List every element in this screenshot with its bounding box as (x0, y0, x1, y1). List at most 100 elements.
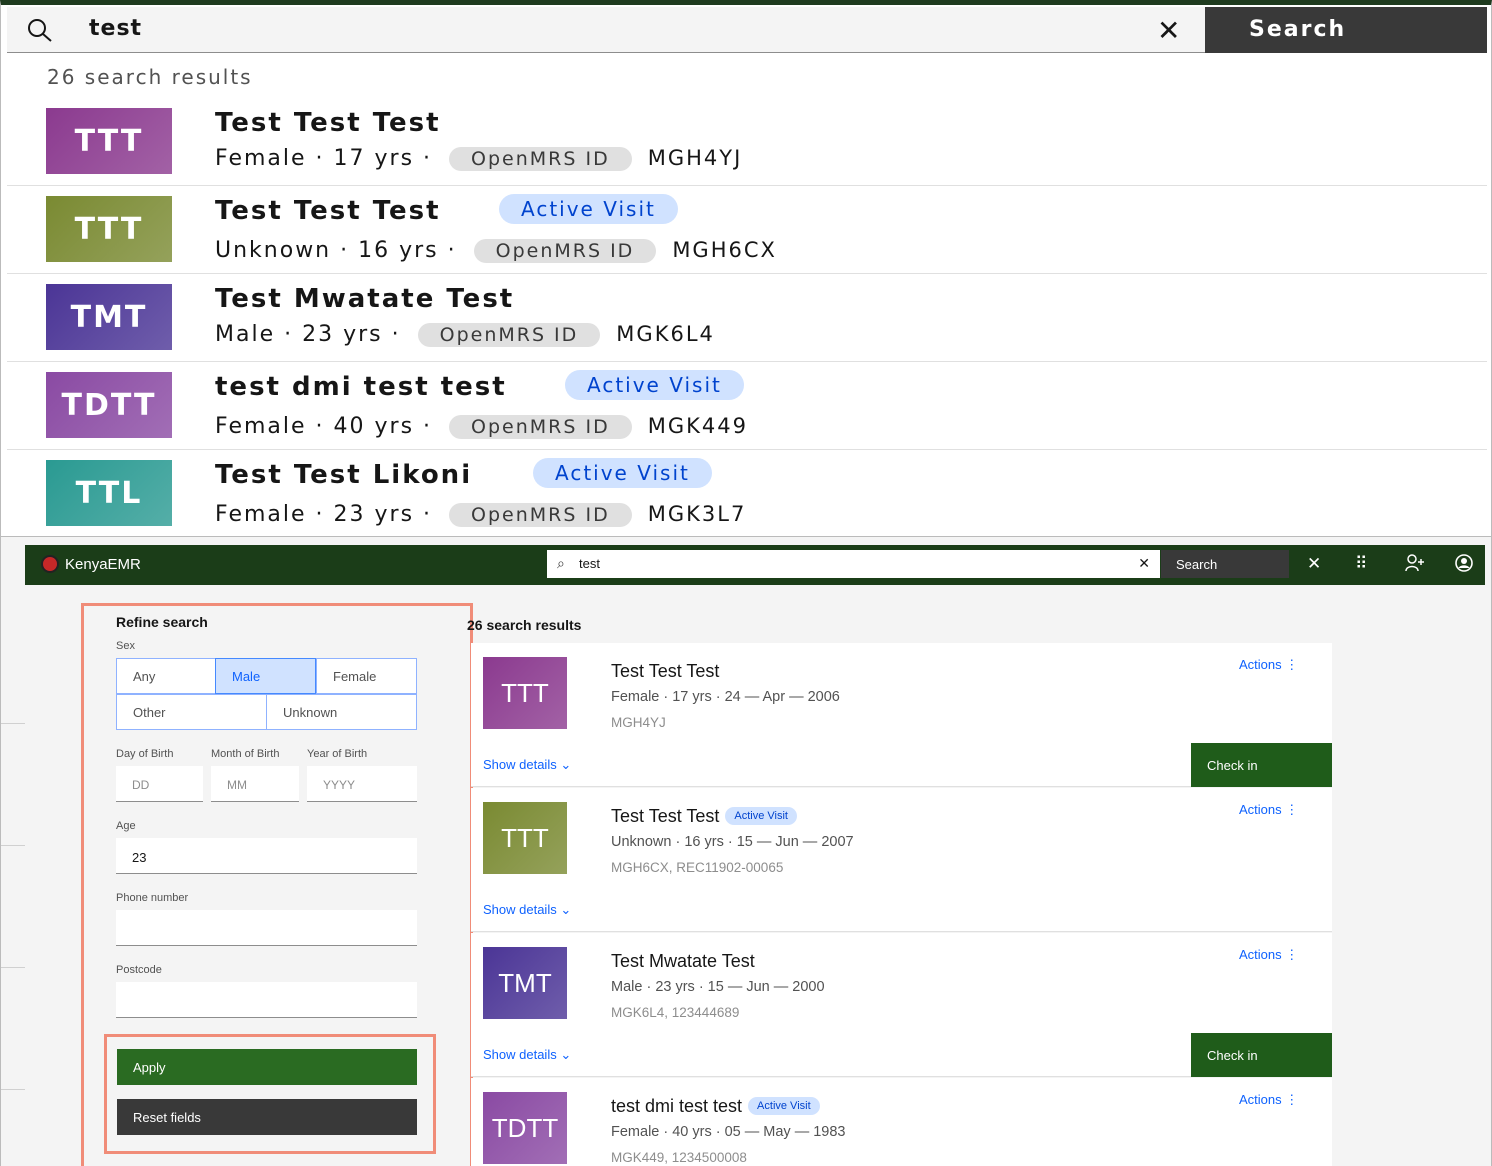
app-logo[interactable]: KenyaEMR (41, 555, 141, 573)
show-details-link[interactable]: Show details ⌄ (483, 1047, 571, 1063)
patient-meta: Female · 40 yrs · OpenMRS ID MGK449 (215, 414, 748, 439)
active-visit-badge: Active Visit (533, 458, 712, 488)
separator: · (306, 502, 334, 527)
patient-name[interactable]: Test Mwatate Test (215, 284, 514, 314)
patient-meta: Female · 17 yrs · OpenMRS ID MGH4YJ (215, 146, 742, 171)
clear-search-icon[interactable]: ✕ (1157, 14, 1180, 47)
user-avatar-icon[interactable] (1455, 554, 1473, 577)
patient-result-row[interactable]: TTT Test Test Test Female · 17 yrs · OpenM… (7, 98, 1487, 186)
patient-meta: Male · 23 yrs · OpenMRS ID MGK6L4 (215, 322, 715, 347)
openmrs-id-tag: OpenMRS ID (449, 503, 632, 527)
patient-demographics: Male · 23 yrs · 15 — Jun — 2000 (611, 979, 825, 995)
active-visit-badge: Active Visit (565, 370, 744, 400)
chevron-down-icon: ⌄ (556, 902, 572, 917)
sex-option-unknown[interactable]: Unknown (266, 694, 417, 730)
patient-avatar: TTT (46, 196, 172, 262)
age-label: Age (116, 820, 136, 832)
close-search-icon[interactable]: ✕ (1307, 554, 1321, 574)
patient-name[interactable]: Test Test Test (215, 196, 441, 226)
patient-name-text[interactable]: Test Test Test (611, 661, 719, 681)
active-visit-badge: Active Visit (748, 1097, 820, 1115)
chevron-down-icon: ⌄ (556, 757, 572, 772)
header-search-input[interactable]: test (579, 556, 600, 571)
patient-meta: Unknown · 16 yrs · OpenMRS ID MGH6CX (215, 238, 777, 263)
active-visit-badge: Active Visit (725, 807, 797, 825)
actions-menu[interactable]: Actions ⋮ (1239, 802, 1298, 818)
postcode-label: Postcode (116, 964, 162, 976)
phone-number-input[interactable] (116, 910, 417, 946)
patient-name-text[interactable]: test dmi test test (611, 1096, 742, 1116)
actions-menu[interactable]: Actions ⋮ (1239, 657, 1298, 673)
patient-card: TTT Test Test Test Female · 17 yrs · 24 — … (471, 643, 1332, 787)
patient-avatar: TDTT (46, 372, 172, 438)
phone-number-label: Phone number (116, 892, 189, 904)
search-button[interactable]: Search (1205, 7, 1487, 53)
actions-label[interactable]: Actions (1239, 657, 1282, 672)
patient-card: TDTT test dmi test test Active Visit Female… (471, 1078, 1332, 1166)
patient-result-row[interactable]: TTL Test Test Likoni Active Visit Female · … (7, 450, 1487, 538)
show-details-link[interactable]: Show details ⌄ (483, 757, 571, 773)
show-details-link[interactable]: Show details ⌄ (483, 902, 571, 918)
overflow-menu-icon: ⋮ (1281, 1092, 1299, 1107)
search-icon: ⌕ (557, 555, 565, 571)
patient-name[interactable]: Test Test Likoni (215, 460, 472, 490)
actions-menu[interactable]: Actions ⋮ (1239, 1092, 1298, 1108)
patient-result-row[interactable]: TTT Test Test Test Active Visit Unknown · 1… (7, 186, 1487, 274)
sex-option-other[interactable]: Other (116, 694, 267, 730)
apply-button[interactable]: Apply (117, 1049, 417, 1085)
separator: · (306, 146, 334, 171)
month-of-birth-input[interactable]: MM (211, 766, 299, 802)
patient-name[interactable]: test dmi test test Active Visit (611, 1096, 820, 1117)
age-input[interactable]: 23 (116, 838, 417, 874)
patient-age: 23 yrs (302, 322, 383, 347)
sex-option-female[interactable]: Female (316, 658, 417, 694)
search-input[interactable]: test (89, 16, 142, 41)
sex-option-any[interactable]: Any (116, 658, 216, 694)
header-search-field[interactable]: ⌕ test ✕ (547, 550, 1160, 578)
postcode-input[interactable] (116, 982, 417, 1018)
refine-search-title: Refine search (116, 614, 208, 630)
patient-card: TTT Test Test Test Active Visit Unknown · 1… (471, 788, 1332, 932)
patient-demographics: Female · 40 yrs · 05 — May — 1983 (611, 1124, 846, 1140)
app-menu-icon[interactable]: ⠿ (1355, 554, 1367, 574)
show-details-label[interactable]: Show details (483, 1047, 557, 1062)
openmrs-id-tag: OpenMRS ID (449, 147, 632, 171)
show-details-label[interactable]: Show details (483, 757, 557, 772)
separator: · (414, 146, 442, 171)
separator: · (306, 414, 334, 439)
actions-label[interactable]: Actions (1239, 802, 1282, 817)
patient-result-row[interactable]: TMT Test Mwatate Test Male · 23 yrs · Open… (7, 274, 1487, 362)
patient-name-text[interactable]: Test Test Test (611, 806, 719, 826)
patient-name[interactable]: Test Mwatate Test (611, 951, 755, 972)
day-of-birth-input[interactable]: DD (116, 766, 203, 802)
patient-avatar: TTT (483, 802, 567, 874)
add-patient-icon[interactable] (1405, 554, 1425, 577)
year-of-birth-input[interactable]: YYYY (307, 766, 417, 802)
chevron-down-icon: ⌄ (556, 1047, 572, 1062)
show-details-label[interactable]: Show details (483, 902, 557, 917)
patient-identifiers: MGH6CX, REC11902-00065 (611, 860, 784, 875)
header-search-button[interactable]: Search (1161, 550, 1289, 578)
patient-name[interactable]: Test Test Test (611, 661, 719, 682)
month-of-birth-label: Month of Birth (211, 748, 280, 760)
app-header: KenyaEMR ⌕ test ✕ Search ✕ ⠿ (25, 545, 1485, 585)
actions-label[interactable]: Actions (1239, 947, 1282, 962)
actions-label[interactable]: Actions (1239, 1092, 1282, 1107)
patient-name[interactable]: Test Test Test Active Visit (611, 806, 797, 827)
clear-search-icon[interactable]: ✕ (1138, 555, 1150, 572)
separator: · (414, 502, 442, 527)
patient-sex: Male (215, 322, 276, 347)
patient-name-text[interactable]: Test Mwatate Test (611, 951, 755, 971)
patient-id: MGH6CX (672, 238, 777, 262)
patient-name[interactable]: test dmi test test (215, 372, 507, 402)
patient-result-row[interactable]: TDTT test dmi test test Active Visit Female… (7, 362, 1487, 450)
reset-fields-button[interactable]: Reset fields (117, 1099, 417, 1135)
brand-name: KenyaEMR (65, 555, 141, 573)
actions-menu[interactable]: Actions ⋮ (1239, 947, 1298, 963)
check-in-button[interactable]: Check in (1191, 743, 1332, 787)
sex-option-male[interactable]: Male (215, 658, 316, 694)
check-in-button[interactable]: Check in (1191, 1033, 1332, 1077)
results-count: 26 search results (467, 617, 582, 633)
patient-identifiers: MGH4YJ (611, 715, 666, 730)
patient-name[interactable]: Test Test Test (215, 108, 441, 138)
